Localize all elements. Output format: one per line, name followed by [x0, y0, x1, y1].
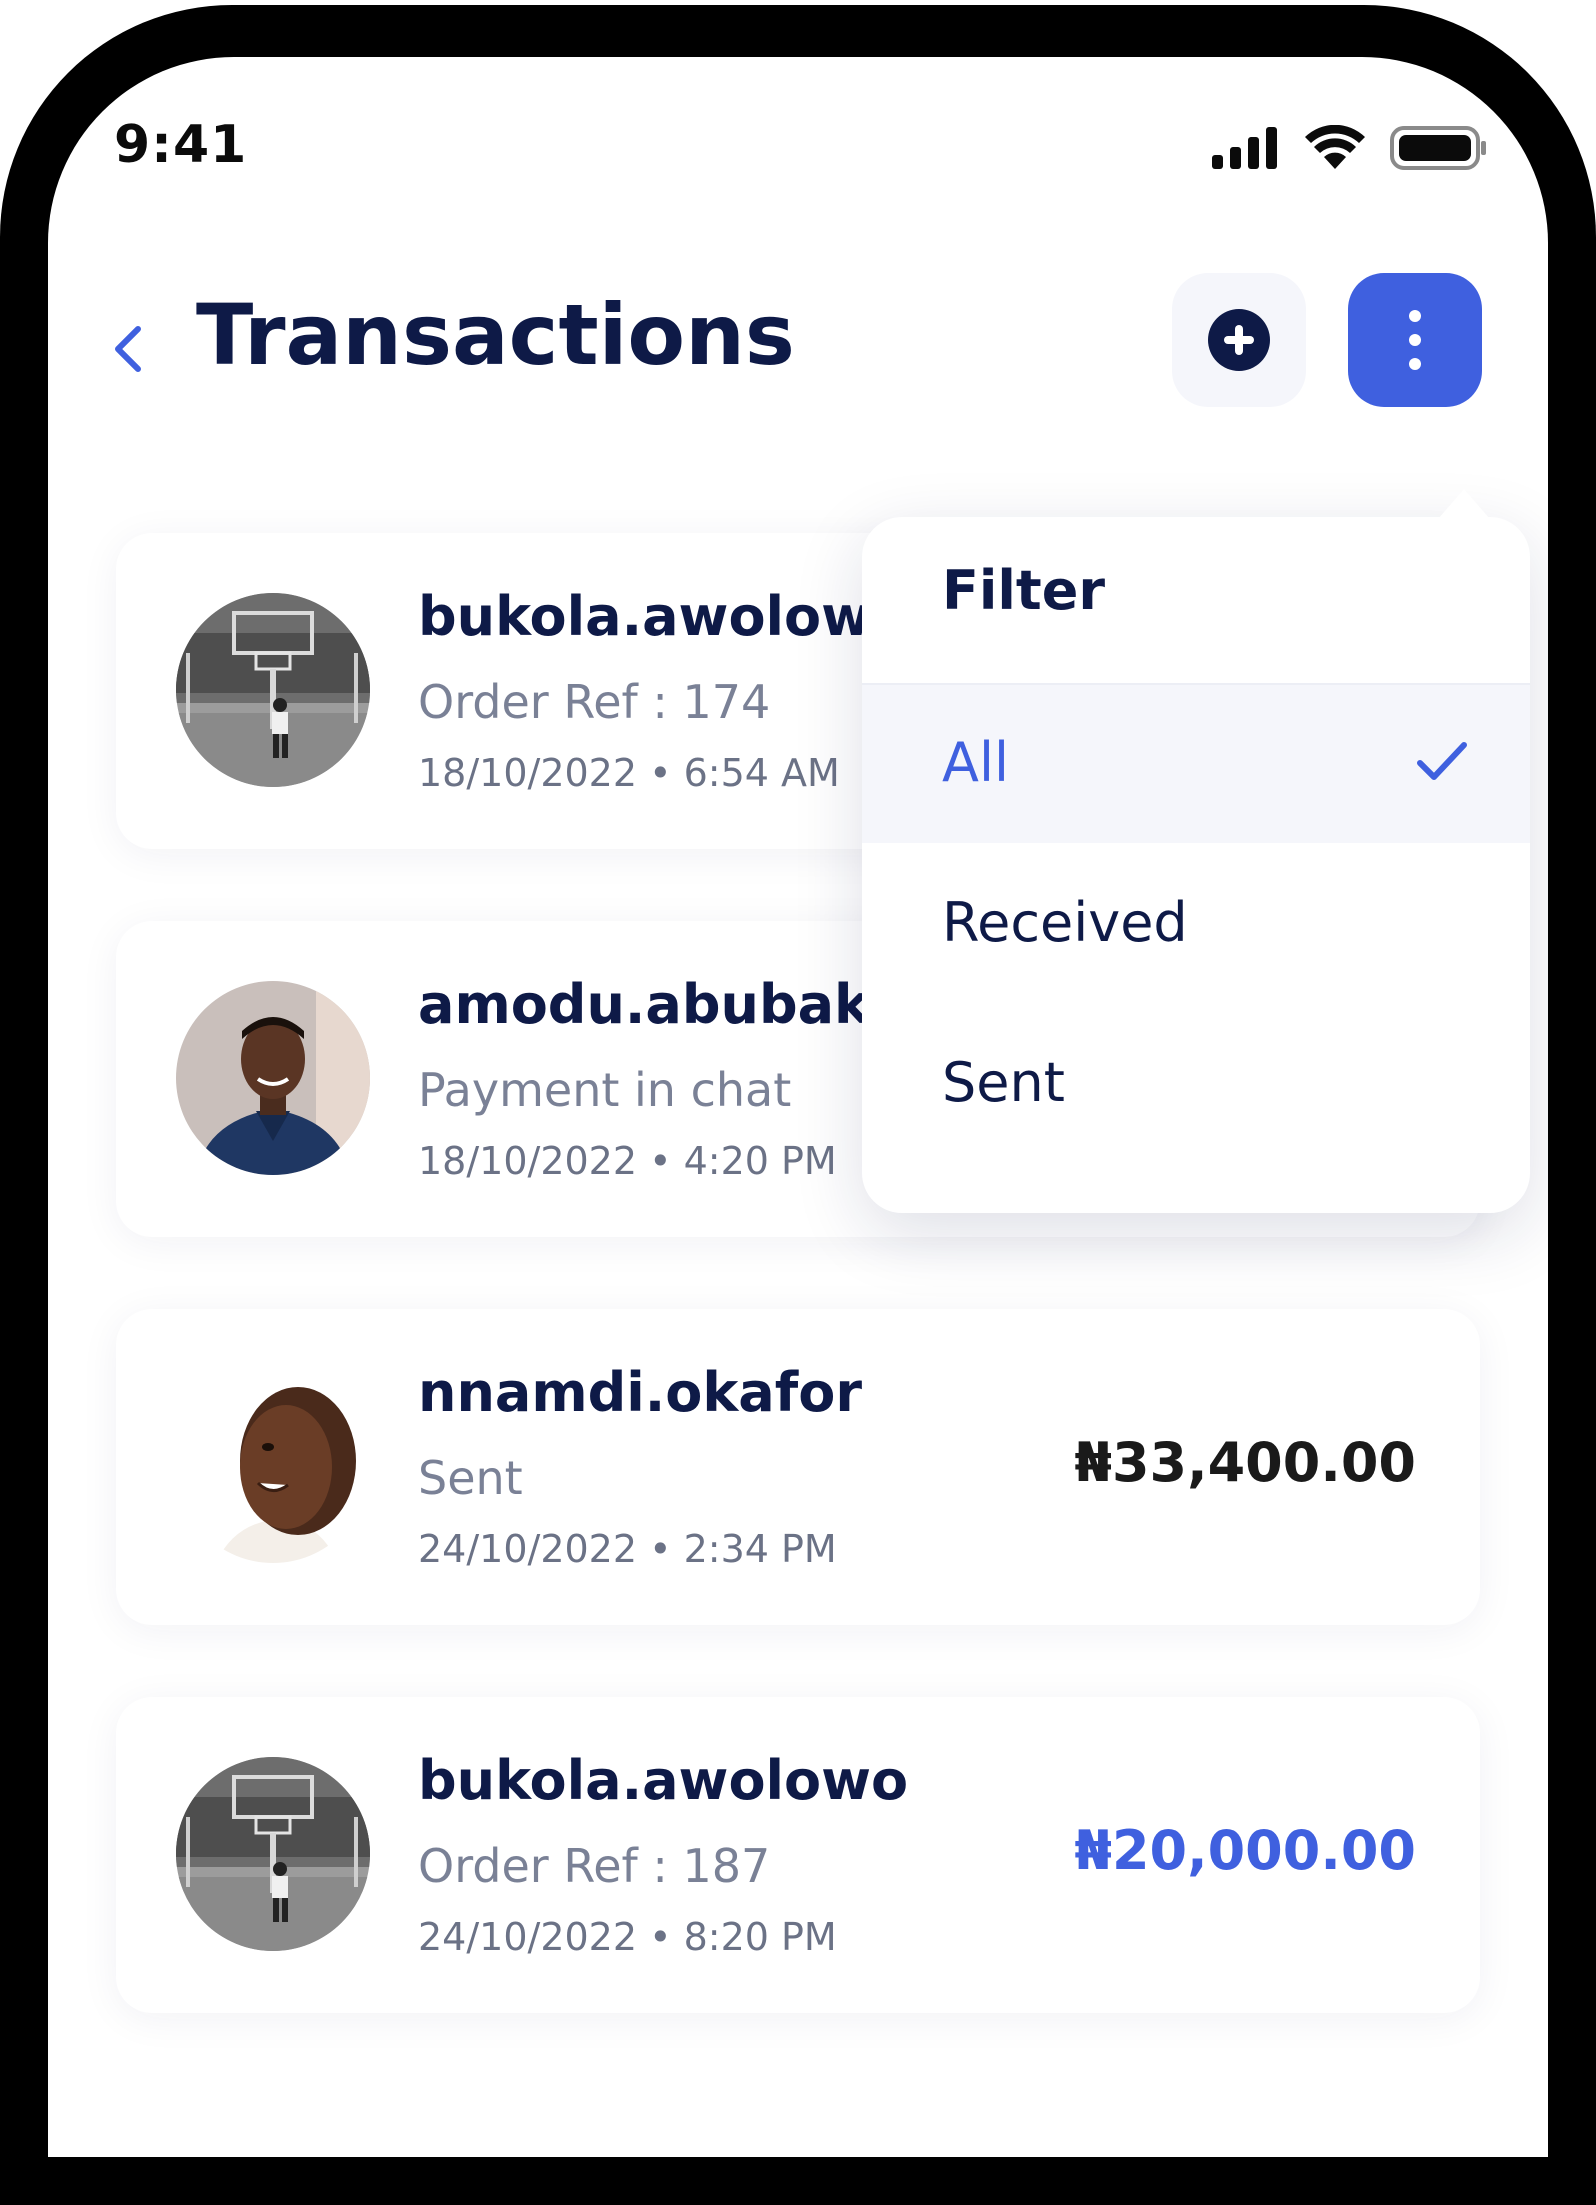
transaction-date: 18/10/2022 • 4:20 PM: [418, 1139, 837, 1183]
cellular-signal-icon: [1212, 127, 1277, 169]
filter-option-label: Sent: [942, 1051, 1065, 1114]
more-vertical-icon: [1409, 310, 1421, 370]
avatar: [176, 1757, 370, 1951]
avatar: [176, 981, 370, 1175]
filter-option-label: Received: [942, 891, 1188, 954]
status-icons: [1210, 125, 1488, 171]
checkmark-icon: [1417, 742, 1467, 780]
avatar: [176, 593, 370, 787]
transaction-amount: ₦20,000.00: [1074, 1819, 1416, 1882]
basketball-player-photo: [176, 593, 370, 787]
transaction-card[interactable]: nnamdi.okafor Sent 24/10/2022 • 2:34 PM …: [116, 1309, 1480, 1625]
transaction-name: amodu.abubakar: [418, 973, 934, 1036]
chevron-left-icon: [115, 326, 141, 372]
transaction-card[interactable]: bukola.awolowo Order Ref : 187 24/10/202…: [116, 1697, 1480, 2013]
transaction-name: nnamdi.okafor: [418, 1361, 862, 1424]
transaction-date: 24/10/2022 • 2:34 PM: [418, 1527, 837, 1571]
back-button[interactable]: [100, 319, 160, 379]
transaction-description: Order Ref : 187: [418, 1839, 771, 1893]
transaction-description: Sent: [418, 1451, 523, 1505]
filter-title: Filter: [942, 559, 1105, 622]
page-title: Transactions: [196, 286, 795, 384]
filter-option-sent[interactable]: Sent: [862, 1005, 1530, 1163]
transaction-name: bukola.awolowo: [418, 1749, 909, 1812]
transaction-date: 18/10/2022 • 6:54 AM: [418, 751, 840, 795]
filter-option-received[interactable]: Received: [862, 845, 1530, 1003]
transaction-date: 24/10/2022 • 8:20 PM: [418, 1915, 837, 1959]
dropdown-caret: [1438, 489, 1490, 519]
man-blue-shirt-photo: [176, 981, 370, 1175]
avatar: [176, 1369, 370, 1563]
filter-option-label: All: [942, 731, 1009, 794]
filter-option-all[interactable]: All: [862, 685, 1530, 843]
wifi-icon: [1305, 125, 1365, 169]
filter-dropdown: Filter All Received Sent: [862, 517, 1530, 1213]
battery-icon: [1390, 126, 1486, 170]
phone-screen: 9:41 Transactions bukola.awolowo Order R…: [48, 57, 1548, 2157]
transaction-description: Payment in chat: [418, 1063, 792, 1117]
phone-frame: 9:41 Transactions bukola.awolowo Order R…: [0, 5, 1596, 2205]
status-time: 9:41: [114, 115, 248, 175]
plus-circle-icon: [1208, 309, 1270, 371]
smiling-man-profile-photo: [176, 1369, 370, 1563]
transaction-name: bukola.awolowo: [418, 585, 909, 648]
transaction-amount: ₦33,400.00: [1074, 1431, 1416, 1494]
more-options-button[interactable]: [1348, 273, 1482, 407]
basketball-player-photo: [176, 1757, 370, 1951]
add-transaction-button[interactable]: [1172, 273, 1306, 407]
transaction-description: Order Ref : 174: [418, 675, 771, 729]
